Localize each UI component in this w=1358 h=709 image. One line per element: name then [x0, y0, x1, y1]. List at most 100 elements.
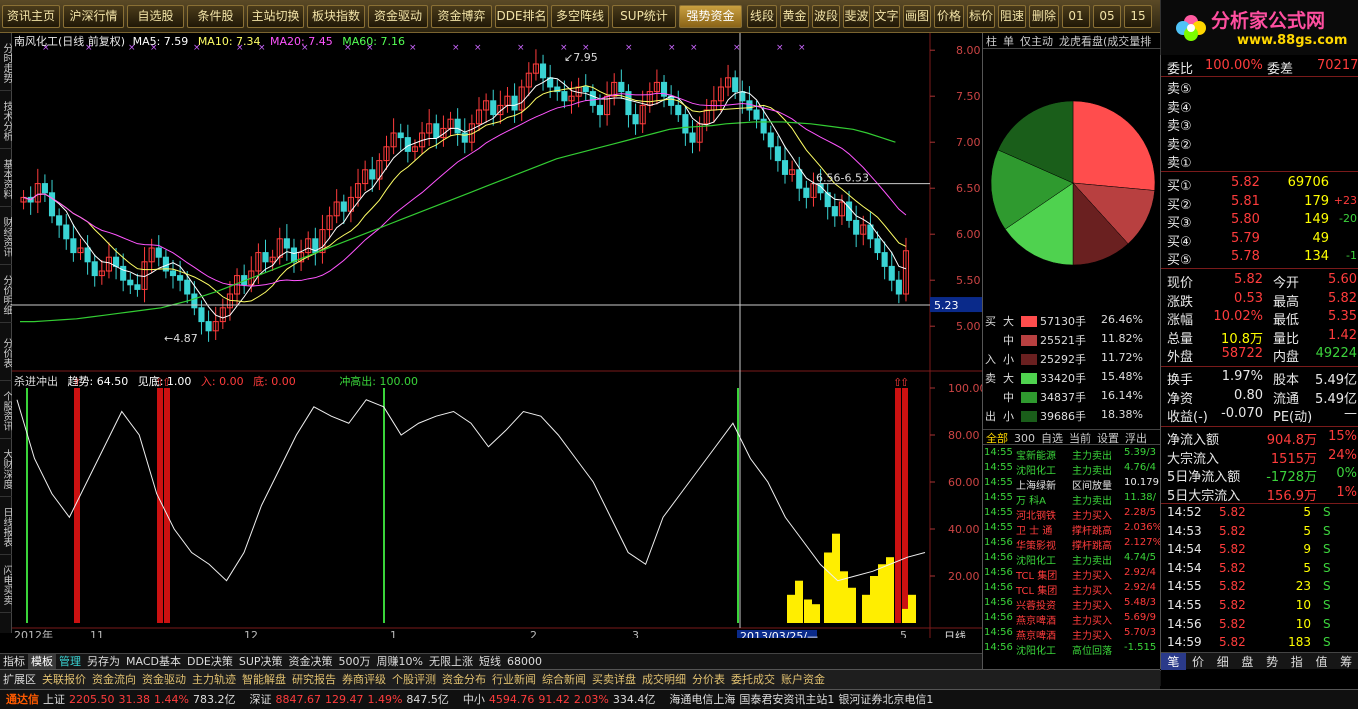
left-nav-tab-7[interactable]: 大财深度 [0, 439, 12, 497]
trade-tab-2[interactable]: 自选 [1038, 430, 1066, 446]
quote-tab-6[interactable]: 值 [1309, 653, 1334, 670]
extension-tab-0[interactable]: 扩展区 [0, 670, 39, 689]
toolbar-button-4[interactable]: 主站切换 [247, 5, 304, 28]
quote-tab-1[interactable]: 价 [1186, 653, 1211, 670]
toolbar-button-7[interactable]: 资金博弈 [431, 5, 492, 28]
formula-tab-1[interactable]: 模板 [28, 654, 56, 669]
toolbar-button-19[interactable]: 标价 [967, 5, 995, 28]
extension-tab-9[interactable]: 资金分布 [439, 670, 489, 689]
quote-tab-0[interactable]: 笔 [1161, 653, 1186, 670]
trade-row[interactable]: 14:55 上海绿新 区间放量 10.179 [983, 477, 1161, 492]
extension-tab-5[interactable]: 智能解盘 [239, 670, 289, 689]
toolbar-button-11[interactable]: 强势资金 [679, 5, 742, 28]
formula-tab-9[interactable]: 周赚10% [374, 654, 426, 669]
quote-tab-7[interactable]: 筹 [1334, 653, 1358, 670]
formula-tab-10[interactable]: 无限上涨 [426, 654, 476, 669]
toolbar-button-14[interactable]: 波段 [812, 5, 840, 28]
left-nav-tab-6[interactable]: 个股资讯 [0, 381, 12, 439]
formula-tab-6[interactable]: SUP决策 [236, 654, 286, 669]
extension-tab-16[interactable]: 账户资金 [778, 670, 828, 689]
trade-row[interactable]: 14:55 宝新能源 主力卖出 5.39/3 [983, 447, 1161, 462]
left-nav-tab-2[interactable]: 基本资料 [0, 149, 12, 207]
extension-tab-15[interactable]: 委托成交 [728, 670, 778, 689]
trade-row[interactable]: 14:56 沈阳化工 主力卖出 4.74/5 [983, 552, 1161, 567]
formula-tab-0[interactable]: 指标 [0, 654, 28, 669]
trade-row[interactable]: 14:56 华策影视 撑杆跳高 2.127% [983, 537, 1161, 552]
toolbar-button-13[interactable]: 黄金 [780, 5, 809, 28]
toolbar-button-10[interactable]: SUP统计 [612, 5, 676, 28]
extension-tab-1[interactable]: 关联报价 [39, 670, 89, 689]
toolbar-button-1[interactable]: 沪深行情 [63, 5, 124, 28]
trade-tab-4[interactable]: 设置 [1094, 430, 1122, 446]
trade-row[interactable]: 14:55 万 科A 主力卖出 11.38/ [983, 492, 1161, 507]
right-tab-2[interactable]: 仅主动 [1017, 33, 1056, 49]
status-item-18[interactable]: 银河证券北京电信1 [838, 690, 937, 709]
trade-row[interactable]: 14:56 TCL 集团 主力买入 2.92/4 [983, 582, 1161, 597]
toolbar-button-22[interactable]: 01 [1062, 5, 1090, 28]
right-tab-0[interactable]: 柱 [983, 33, 1000, 49]
left-nav-tab-1[interactable]: 技术分析 [0, 91, 12, 149]
toolbar-button-20[interactable]: 阻速 [998, 5, 1026, 28]
toolbar-button-15[interactable]: 斐波 [843, 5, 870, 28]
quote-tab-2[interactable]: 细 [1210, 653, 1235, 670]
extension-tab-14[interactable]: 分价表 [689, 670, 728, 689]
extension-tab-7[interactable]: 券商评级 [339, 670, 389, 689]
left-nav-tab-9[interactable]: 闪电买卖 [0, 555, 12, 613]
toolbar-button-6[interactable]: 资金驱动 [368, 5, 428, 28]
left-nav-tab-3[interactable]: 财经资讯 [0, 207, 12, 265]
trade-tab-1[interactable]: 300 [1011, 432, 1038, 445]
extension-tab-12[interactable]: 买卖详盘 [589, 670, 639, 689]
formula-tab-12[interactable]: 68000 [504, 654, 545, 669]
kline-chart-area[interactable]: 8.00 7.50 7.00 6.50 6.00 5.50 5.00 5.23 ↙7.95 ←4.… [12, 33, 982, 638]
toolbar-button-5[interactable]: 板块指数 [307, 5, 365, 28]
formula-tab-5[interactable]: DDE决策 [184, 654, 236, 669]
toolbar-button-12[interactable]: 线段 [747, 5, 777, 28]
trade-row[interactable]: 14:55 卫 士 通 撑杆跳高 2.036% [983, 522, 1161, 537]
trade-row[interactable]: 14:56 兴蓉投资 主力买入 5.48/3 [983, 597, 1161, 612]
extension-tab-3[interactable]: 资金驱动 [139, 670, 189, 689]
toolbar-button-23[interactable]: 05 [1093, 5, 1121, 28]
status-item-17[interactable]: 国泰君安资讯主站1 [739, 690, 838, 709]
extension-tab-10[interactable]: 行业新闻 [489, 670, 539, 689]
extension-tab-4[interactable]: 主力轨迹 [189, 670, 239, 689]
toolbar-button-8[interactable]: DDE排名 [495, 5, 548, 28]
extension-tab-6[interactable]: 研究报告 [289, 670, 339, 689]
formula-tab-11[interactable]: 短线 [476, 654, 504, 669]
toolbar-button-0[interactable]: 资讯主页 [2, 5, 60, 28]
trade-row[interactable]: 14:56 燕京啤酒 主力买入 5.70/3 [983, 627, 1161, 642]
extension-tab-2[interactable]: 资金流向 [89, 670, 139, 689]
toolbar-button-16[interactable]: 文字 [873, 5, 900, 28]
left-nav-tab-8[interactable]: 日线报表 [0, 497, 12, 555]
toolbar-button-9[interactable]: 多空阵线 [551, 5, 609, 28]
toolbar-button-21[interactable]: 删除 [1029, 5, 1059, 28]
trade-tab-5[interactable]: 浮出 [1122, 430, 1150, 446]
right-tab-1[interactable]: 单 [1000, 33, 1017, 49]
extension-tab-11[interactable]: 综合新闻 [539, 670, 589, 689]
trade-tab-0[interactable]: 全部 [983, 430, 1011, 446]
trade-row[interactable]: 14:55 沈阳化工 主力卖出 4.76/4 [983, 462, 1161, 477]
left-nav-tab-0[interactable]: 分时走势 [0, 33, 12, 91]
trade-row[interactable]: 14:55 河北钢铁 主力买入 2.28/5 [983, 507, 1161, 522]
formula-tab-2[interactable]: 管理 [56, 654, 84, 669]
trade-row[interactable]: 14:56 燕京啤酒 主力买入 5.69/9 [983, 612, 1161, 627]
quote-tab-4[interactable]: 势 [1260, 653, 1285, 670]
toolbar-button-24[interactable]: 15 [1124, 5, 1152, 28]
quote-tab-5[interactable]: 指 [1284, 653, 1309, 670]
toolbar-button-2[interactable]: 自选股 [127, 5, 184, 28]
formula-tab-3[interactable]: 另存为 [84, 654, 123, 669]
trade-tab-3[interactable]: 当前 [1066, 430, 1094, 446]
trade-row[interactable]: 14:56 TCL 集团 主力买入 2.92/4 [983, 567, 1161, 582]
formula-tab-8[interactable]: 500万 [336, 654, 374, 669]
extension-tab-8[interactable]: 个股评测 [389, 670, 439, 689]
trade-row[interactable]: 14:56 沈阳化工 高位回落 -1.515 [983, 642, 1161, 657]
formula-tab-7[interactable]: 资金决策 [286, 654, 336, 669]
toolbar-button-3[interactable]: 条件股 [187, 5, 244, 28]
left-nav-tab-4[interactable]: 分价明细 [0, 265, 12, 323]
quote-tab-3[interactable]: 盘 [1235, 653, 1260, 670]
status-item-16[interactable]: 海通电信上海 [669, 690, 739, 709]
toolbar-button-18[interactable]: 价格 [934, 5, 964, 28]
right-tab-3[interactable]: 龙虎看盘(成交量排 [1056, 33, 1154, 49]
formula-tab-4[interactable]: MACD基本 [123, 654, 184, 669]
extension-tab-13[interactable]: 成交明细 [639, 670, 689, 689]
left-nav-tab-5[interactable]: 分价表 [0, 323, 12, 381]
